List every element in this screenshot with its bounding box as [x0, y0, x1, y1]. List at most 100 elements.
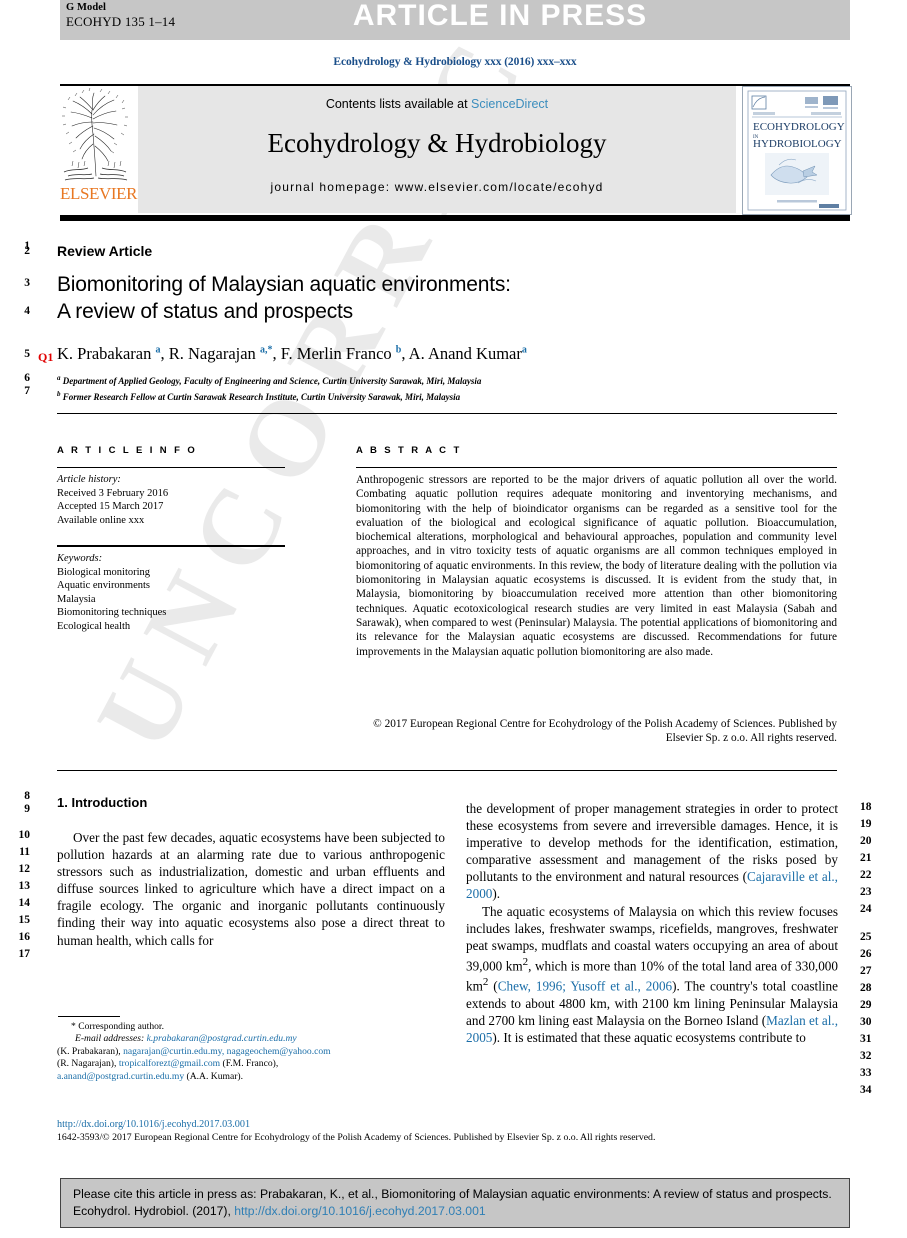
footnote-block: * Corresponding author. E-mail addresses… [57, 1021, 447, 1083]
svg-text:ECOHYDROLOGY: ECOHYDROLOGY [753, 121, 845, 133]
affiliation-b: b Former Research Fellow at Curtin Saraw… [57, 389, 461, 402]
email-owner-3: (F.M. Franco), [222, 1058, 279, 1070]
elsevier-logo: ELSEVIER [60, 86, 138, 213]
article-info-rule-mid [57, 545, 285, 547]
email-owner-4: (A.A. Kumar). [186, 1070, 244, 1082]
journal-reference-line: Ecohydrology & Hydrobiology xxx (2016) x… [333, 56, 577, 68]
line-number-29: 29 [860, 999, 872, 1011]
accepted-date: Accepted 15 March 2017 [57, 501, 164, 512]
email-link-anand[interactable]: a.anand@postgrad.curtin.edu.my [57, 1071, 184, 1082]
contents-lists-line: Contents lists available at ScienceDirec… [138, 97, 736, 111]
abstract-rule [356, 467, 837, 468]
article-history-block: Article history: Received 3 February 201… [57, 473, 287, 527]
line-number-25: 25 [860, 931, 872, 943]
email-owner-2: (R. Nagarajan), [57, 1058, 117, 1070]
line-number-3: 3 [24, 277, 30, 289]
abstract-heading: A B S T R A C T [356, 445, 462, 456]
para2-d: ). It is estimated that these aquatic ec… [492, 1030, 806, 1045]
article-in-press-text: ARTICLE IN PRESS [352, 0, 648, 32]
query-marker-q1: Q1 [38, 350, 54, 364]
email-link-prabakaran[interactable]: k.prabakaran@postgrad.curtin.edu.my [147, 1033, 297, 1044]
line-number-2: 2 [24, 245, 30, 257]
elsevier-tree-icon [62, 88, 128, 181]
body-column-left: Over the past few decades, aquatic ecosy… [57, 829, 445, 949]
para1-post: ). [492, 886, 501, 902]
citation-link-chew-yusoff[interactable]: Chew, 1996; Yusoff et al., 2006 [498, 979, 672, 994]
article-history-heading: Article history: [57, 474, 121, 485]
email-owner-1: (K. Prabakaran), [57, 1045, 121, 1057]
cover-artwork: ECOHYDROLOGY IN HYDROBIOLOGY [743, 87, 851, 214]
line-number-4: 4 [24, 305, 30, 317]
line-number-13: 13 [18, 880, 31, 892]
sciencedirect-link[interactable]: ScienceDirect [471, 97, 548, 111]
issn-copyright-line: 1642-3593/© 2017 European Regional Centr… [57, 1132, 656, 1143]
line-number-22: 22 [860, 869, 872, 881]
title-line-1: Biomonitoring of Malaysian aquatic envir… [57, 273, 511, 296]
line-number-24: 24 [860, 903, 872, 915]
line-number-23: 23 [860, 886, 872, 898]
intro-paragraph-1-continued: the development of proper management str… [466, 800, 838, 903]
email-line-4: a.anand@postgrad.curtin.edu.my (A.A. Kum… [57, 1071, 447, 1083]
line-number-28: 28 [860, 982, 872, 994]
header-divider [57, 413, 837, 415]
cite-this-article-box: Please cite this article in press as: Pr… [60, 1178, 850, 1228]
intro-paragraph-1: Over the past few decades, aquatic ecosy… [57, 830, 445, 948]
abstract-text: Anthropogenic stressors are reported to … [356, 474, 837, 658]
author-list: K. Prabakaran a, R. Nagarajan a,*, F. Me… [57, 344, 527, 363]
line-number-5: 5 [24, 348, 30, 360]
email-link-tropicalforezt[interactable]: tropicalforezt@gmail.com [119, 1058, 220, 1069]
journal-masthead: ELSEVIER Contents lists available at Sci… [60, 86, 852, 215]
email-line-3: (R. Nagarajan), tropicalforezt@gmail.com… [57, 1058, 447, 1070]
available-online-date: Available online xxx [57, 514, 145, 526]
cite-doi-link[interactable]: http://dx.doi.org/10.1016/j.ecohyd.2017.… [234, 1204, 485, 1218]
email-addresses-heading: E-mail addresses: [75, 1033, 145, 1045]
keywords-heading: Keywords: [57, 553, 103, 564]
page-title: Biomonitoring of Malaysian aquatic envir… [57, 271, 757, 325]
article-info-rule-top [57, 467, 285, 468]
superscript-2: 2 [482, 976, 489, 989]
elsevier-wordmark: ELSEVIER [60, 184, 138, 203]
received-date: Received 3 February 2016 [57, 487, 169, 499]
article-info-heading: A R T I C L E I N F O [57, 445, 198, 456]
masthead-bottom-rule [60, 215, 850, 221]
line-number-9: 9 [24, 803, 30, 815]
intro-paragraph-2: The aquatic ecosystems of Malaysia on wh… [466, 903, 838, 1045]
line-number-15: 15 [18, 914, 31, 926]
abstract-copyright: © 2017 European Regional Centre for Ecoh… [373, 718, 837, 745]
line-number-10: 10 [18, 829, 31, 841]
g-model-line1: G Model [66, 2, 107, 13]
line-number-27: 27 [860, 965, 872, 977]
article-type-label: Review Article [57, 243, 153, 259]
line-number-11: 11 [19, 846, 30, 858]
section-heading-introduction: 1. Introduction [57, 795, 148, 810]
body-column-right: the development of proper management str… [466, 800, 838, 1046]
line-number-7: 7 [24, 385, 30, 397]
abstract-bottom-rule [57, 770, 837, 772]
keyword-item: Biological monitoring [57, 566, 151, 578]
line-number-26: 26 [860, 948, 872, 960]
affiliations: a Department of Applied Geology, Faculty… [57, 372, 837, 403]
line-number-8: 8 [24, 790, 30, 802]
footnote-rule [58, 1016, 120, 1017]
svg-text:HYDROBIOLOGY: HYDROBIOLOGY [753, 138, 842, 150]
email-link-nagarajan-curtin[interactable]: nagarajan@curtin.edu.my, [123, 1046, 224, 1057]
masthead-center-panel: Contents lists available at ScienceDirec… [138, 86, 736, 213]
affiliation-b-text: Former Research Fellow at Curtin Sarawak… [62, 391, 461, 402]
line-number-31: 31 [860, 1033, 872, 1045]
journal-homepage-line[interactable]: journal homepage: www.elsevier.com/locat… [138, 180, 736, 194]
keyword-item: Ecological health [57, 620, 131, 632]
email-link-nagageochem[interactable]: nagageochem@yahoo.com [227, 1046, 331, 1057]
journal-cover-thumbnail: ECOHYDROLOGY IN HYDROBIOLOGY [742, 86, 852, 215]
line-number-18: 18 [860, 801, 872, 813]
keyword-item: Malaysia [57, 593, 96, 605]
cite-this-article-text: Please cite this article in press as: Pr… [73, 1186, 837, 1219]
line-number-17: 17 [18, 948, 31, 960]
line-number-21: 21 [860, 852, 872, 864]
g-model-label: G Model ECOHYD 135 1–14 [66, 2, 175, 29]
line-number-6: 6 [24, 372, 30, 384]
corresponding-author-note: * Corresponding author. [71, 1021, 164, 1032]
email-addresses-line: E-mail addresses: k.prabakaran@postgrad.… [57, 1033, 447, 1045]
doi-link[interactable]: http://dx.doi.org/10.1016/j.ecohyd.2017.… [57, 1119, 250, 1130]
title-line-2: A review of status and prospects [57, 300, 353, 323]
line-number-16: 16 [18, 931, 31, 943]
